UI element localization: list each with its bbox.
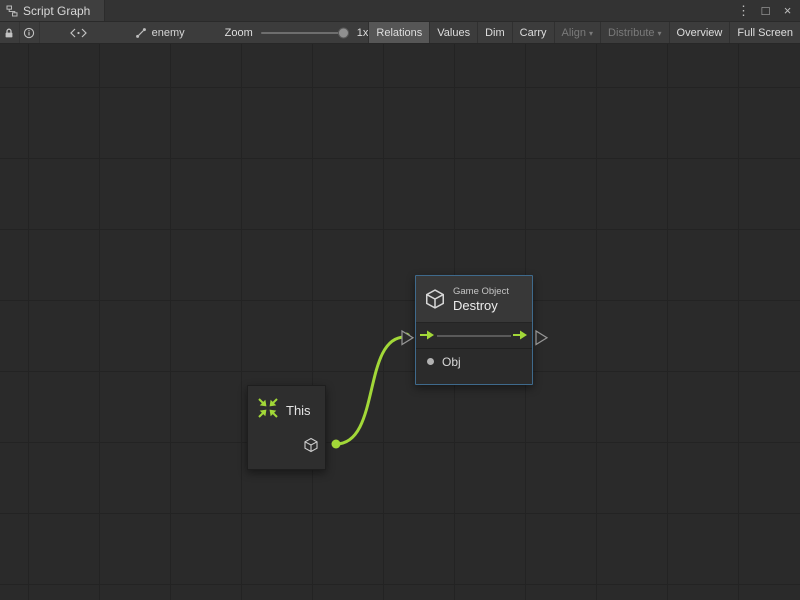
graph-breadcrumb[interactable]: enemy (135, 22, 185, 43)
toolbar-button-group: Relations Values Dim Carry Align▾ Distri… (368, 22, 800, 43)
graph-connections-layer (0, 44, 800, 600)
port-connection-endpoint[interactable] (402, 333, 411, 342)
button-label: Values (437, 27, 470, 39)
destroy-node-category: Game Object (453, 286, 509, 297)
graph-name: enemy (152, 27, 185, 39)
button-label: Dim (485, 27, 505, 39)
graph-toolbar: enemy Zoom 1x Relations Values Dim Carry… (0, 22, 800, 44)
toolbar-button-align[interactable]: Align▾ (554, 22, 600, 43)
obj-input-label: Obj (442, 355, 461, 369)
graph-canvas[interactable]: This Game Object Destroy (0, 44, 800, 600)
port-destroy-control-output[interactable] (536, 331, 547, 345)
zoom-value: 1x (357, 27, 369, 39)
zoom-slider-knob[interactable] (338, 27, 349, 38)
script-graph-icon (6, 5, 18, 17)
button-label: Full Screen (737, 27, 793, 39)
toolbar-button-fullscreen[interactable]: Full Screen (729, 22, 800, 43)
toolbar-button-values[interactable]: Values (429, 22, 477, 43)
chevron-down-icon: ▾ (658, 29, 662, 38)
port-destroy-control-input[interactable] (402, 331, 413, 345)
graph-icon (135, 27, 147, 39)
button-label: Carry (520, 27, 547, 39)
zoom-slider[interactable] (261, 32, 349, 34)
button-label: Overview (677, 27, 723, 39)
this-icon (257, 397, 279, 424)
destroy-node-title: Destroy (453, 298, 509, 313)
control-output-arrow-icon[interactable] (513, 327, 528, 345)
button-label: Relations (376, 27, 422, 39)
info-button[interactable] (20, 22, 40, 43)
destroy-node-header: Game Object Destroy (416, 276, 532, 323)
tab-title: Script Graph (23, 4, 90, 18)
info-icon (23, 27, 35, 39)
game-object-cube-icon (424, 288, 446, 310)
toolbar-button-overview[interactable]: Overview (669, 22, 730, 43)
node-this[interactable]: This (247, 385, 326, 470)
toolbar-button-dim[interactable]: Dim (477, 22, 512, 43)
chevron-down-icon: ▾ (589, 29, 593, 38)
toolbar-button-relations[interactable]: Relations (368, 22, 429, 43)
toolbar-button-carry[interactable]: Carry (512, 22, 554, 43)
window-close-button[interactable]: × (780, 0, 795, 22)
code-preview-button[interactable] (66, 22, 91, 43)
button-label: Distribute (608, 27, 654, 39)
window-titlebar: Script Graph ⋮ □ × (0, 0, 800, 22)
destroy-node-body: Obj (416, 323, 532, 374)
button-label: Align (562, 27, 586, 39)
node-destroy[interactable]: Game Object Destroy Obj (415, 275, 533, 385)
lock-button[interactable] (0, 22, 20, 43)
control-input-arrow-icon[interactable] (420, 327, 435, 345)
this-node-label: This (286, 403, 311, 418)
connection-edge-this-to-destroy[interactable] (336, 337, 405, 444)
port-this-game-object-output[interactable] (332, 440, 341, 449)
game-object-cube-icon (303, 437, 319, 453)
tab-script-graph[interactable]: Script Graph (0, 0, 105, 21)
lock-icon (3, 27, 15, 39)
toolbar-button-distribute[interactable]: Distribute ▾ (600, 22, 668, 43)
relation-line (437, 335, 511, 337)
window-menu-button[interactable]: ⋮ (736, 0, 751, 22)
zoom-label: Zoom (225, 27, 253, 39)
obj-input-port[interactable] (427, 358, 434, 365)
code-icon (70, 28, 87, 38)
window-maximize-button[interactable]: □ (758, 0, 773, 22)
